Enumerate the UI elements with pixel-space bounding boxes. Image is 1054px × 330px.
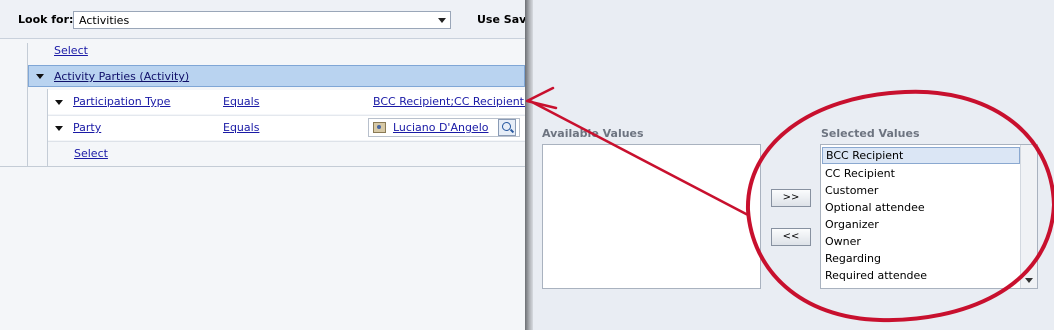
look-for-select[interactable]: Activities — [73, 11, 451, 29]
look-for-label: Look for: — [18, 13, 74, 26]
list-item[interactable]: Owner — [822, 233, 1023, 250]
group-label[interactable]: Activity Parties (Activity) — [54, 70, 189, 83]
criteria-grid: Select Activity Parties (Activity) Parti… — [0, 39, 525, 330]
remove-button[interactable]: << — [771, 228, 811, 246]
condition-field[interactable]: Participation Type — [73, 95, 170, 108]
scroll-down-arrow-icon[interactable] — [1025, 278, 1033, 283]
list-item[interactable]: BCC Recipient — [822, 147, 1020, 164]
list-item[interactable]: Organizer — [822, 216, 1023, 233]
select-values-dialog: Available Values Selected Values >> << B… — [533, 0, 1054, 330]
condition-row: Participation Type Equals BCC Recipient;… — [48, 90, 525, 114]
lookup-value[interactable]: Luciano D'Angelo — [393, 121, 488, 134]
look-for-value: Activities — [79, 14, 130, 27]
available-values-list[interactable] — [542, 144, 761, 289]
condition-operator[interactable]: Equals — [223, 95, 259, 108]
tree-line — [27, 43, 28, 167]
add-button[interactable]: >> — [771, 189, 811, 207]
advanced-find-panel: Look for: Activities Use Save Select Act… — [0, 0, 525, 330]
available-values-label: Available Values — [542, 127, 644, 140]
row-menu-caret-icon[interactable] — [55, 126, 63, 131]
add-condition-row: Select — [48, 141, 525, 166]
divider — [0, 166, 525, 167]
condition-row: Party Equals Luciano D'Angelo — [48, 115, 525, 140]
select-link-bottom[interactable]: Select — [74, 147, 108, 160]
lookup-search-icon[interactable] — [498, 119, 516, 136]
look-for-bar: Look for: Activities Use Save — [0, 0, 525, 39]
scrollbar[interactable] — [1020, 145, 1037, 288]
window-splitter — [525, 0, 533, 330]
condition-operator[interactable]: Equals — [223, 121, 259, 134]
selected-values-label: Selected Values — [821, 127, 920, 140]
list-item[interactable]: CC Recipient — [822, 165, 1023, 182]
list-item[interactable]: Regarding — [822, 250, 1023, 267]
list-item[interactable]: Required attendee — [822, 267, 1023, 284]
list-item[interactable]: Customer — [822, 182, 1023, 199]
related-entity-group[interactable]: Activity Parties (Activity) — [28, 65, 525, 87]
selected-values-list[interactable]: BCC Recipient CC Recipient Customer Opti… — [820, 144, 1038, 289]
select-link-top[interactable]: Select — [54, 44, 88, 57]
dropdown-arrow-icon — [438, 18, 446, 23]
collapse-caret-icon[interactable] — [36, 74, 44, 79]
row-menu-caret-icon[interactable] — [55, 100, 63, 105]
use-saved-view-label: Use Save — [477, 13, 525, 26]
list-item[interactable]: Optional attendee — [822, 199, 1023, 216]
contact-card-icon — [373, 122, 386, 133]
condition-value[interactable]: BCC Recipient;CC Recipient... — [373, 95, 525, 108]
condition-field[interactable]: Party — [73, 121, 101, 134]
